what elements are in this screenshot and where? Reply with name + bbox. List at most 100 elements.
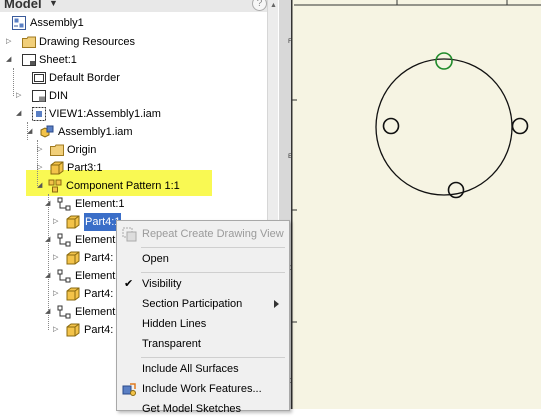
element-icon [57, 305, 71, 319]
menu-item-include-all-surfaces[interactable]: Include All Surfaces [117, 359, 289, 379]
menu-item-label: Open [142, 253, 169, 265]
part-outline[interactable] [375, 58, 513, 196]
tree-label: Sheet:1 [39, 54, 77, 66]
expand-icon[interactable]: ▷ [53, 249, 58, 267]
tree-label: Part4: [84, 324, 114, 336]
menu-item-section-participation[interactable]: Section Participation [117, 294, 289, 314]
tree-label: Component Pattern 1:1 [66, 180, 180, 192]
tree-item-component-pattern[interactable]: ◢ Component Pattern 1:1 [0, 177, 266, 195]
tree-label: Element: [75, 306, 119, 318]
part-icon [66, 287, 80, 301]
tree-label: Origin [67, 144, 97, 156]
menu-item-visibility[interactable]: ✔ Visibility [117, 274, 289, 294]
border-icon [32, 72, 46, 84]
menu-item-label: Repeat Create Drawing View [142, 228, 284, 240]
tree-item-sheet[interactable]: ◢ Sheet:1 [0, 51, 266, 69]
collapse-icon[interactable]: ◢ [45, 303, 50, 321]
expand-icon[interactable]: ▷ [37, 141, 42, 159]
drawing-sheet[interactable]: F E D C [288, 0, 541, 409]
part-icon [66, 251, 80, 265]
submenu-arrow-icon [274, 300, 279, 308]
part-icon [50, 161, 64, 175]
view-icon [32, 107, 46, 121]
expand-icon[interactable]: ▷ [53, 285, 58, 303]
menu-separator [141, 272, 285, 273]
tree-label: DIN [49, 90, 68, 102]
tree-label: Assembly1 [30, 17, 84, 29]
assembly-icon [12, 16, 26, 30]
tree-item-root[interactable]: Assembly1 [0, 14, 266, 32]
menu-item-label: Section Participation [142, 298, 243, 310]
drawing-view[interactable] [292, 0, 541, 409]
tree-label: Part4: [84, 288, 114, 300]
tree-label: Assembly1.iam [58, 126, 133, 138]
menu-separator [141, 247, 285, 248]
pattern-hole-highlighted[interactable] [435, 52, 453, 70]
pattern-icon [48, 179, 62, 193]
part-icon [66, 323, 80, 337]
collapse-icon[interactable]: ◢ [45, 267, 50, 285]
collapse-icon[interactable]: ◢ [27, 123, 32, 141]
collapse-icon[interactable]: ◢ [6, 51, 11, 69]
tree-item-element-1[interactable]: ◢ Element:1 [0, 195, 266, 213]
collapse-icon[interactable]: ◢ [16, 105, 21, 123]
collapse-icon[interactable]: ◢ [37, 177, 42, 195]
panel-title[interactable]: Model [4, 0, 42, 11]
zone-label: F [288, 38, 292, 45]
menu-item-label: Visibility [142, 278, 182, 290]
chevron-down-icon[interactable]: ▼ [49, 0, 58, 8]
menu-item-label: Include All Surfaces [142, 363, 239, 375]
menu-item-include-work-features[interactable]: Include Work Features... [117, 379, 289, 399]
menu-separator [141, 357, 285, 358]
menu-item-open[interactable]: Open [117, 249, 289, 269]
tree-item-part3[interactable]: ▷ Part3:1 [0, 159, 266, 177]
expand-icon[interactable]: ▷ [53, 213, 58, 231]
menu-item-repeat-create-drawing-view[interactable]: Repeat Create Drawing View [117, 224, 289, 244]
menu-item-label: Include Work Features... [142, 383, 262, 395]
tree-item-drawing-resources[interactable]: ▷ Drawing Resources [0, 33, 266, 51]
expand-icon[interactable]: ▷ [16, 87, 21, 105]
tree-item-din[interactable]: ▷ DIN [0, 87, 266, 105]
pattern-hole[interactable] [382, 117, 400, 135]
element-icon [57, 233, 71, 247]
tree-label: Element: [75, 270, 119, 282]
tree-item-view[interactable]: ◢ VIEW1:Assembly1.iam [0, 105, 266, 123]
menu-item-label: Hidden Lines [142, 318, 207, 330]
expand-icon[interactable]: ▷ [37, 159, 42, 177]
folder-icon [50, 144, 64, 156]
repeat-icon [122, 227, 137, 242]
tree-item-origin[interactable]: ▷ Origin [0, 141, 266, 159]
tree-label: Element: [75, 234, 119, 246]
tree-label: Part3:1 [67, 162, 103, 174]
border-icon [32, 90, 46, 102]
sheet-icon [22, 54, 36, 66]
menu-item-label: Get Model Sketches [142, 403, 242, 415]
expand-icon[interactable]: ▷ [53, 321, 58, 339]
work-features-icon [122, 383, 136, 396]
part-icon [66, 215, 80, 229]
browser-header: Model ▼ ? [0, 0, 278, 12]
menu-item-hidden-lines[interactable]: Hidden Lines [117, 314, 289, 334]
element-icon [57, 269, 71, 283]
help-icon[interactable]: ? [252, 0, 267, 11]
tree-label: Element:1 [75, 198, 125, 210]
collapse-icon[interactable]: ◢ [45, 231, 50, 249]
menu-item-get-model-sketches[interactable]: Get Model Sketches [117, 399, 289, 419]
context-menu: Repeat Create Drawing View Open ✔ Visibi… [116, 220, 290, 415]
scroll-up-icon[interactable]: ▲ [270, 2, 277, 9]
element-icon [57, 197, 71, 211]
zone-label: E [288, 153, 292, 160]
collapse-icon[interactable]: ◢ [45, 195, 50, 213]
menu-item-label: Transparent [142, 338, 201, 350]
tree-item-default-border[interactable]: Default Border [0, 69, 266, 87]
expand-icon[interactable]: ▷ [6, 33, 11, 51]
tree-item-assembly[interactable]: ◢ Assembly1.iam [0, 123, 266, 141]
checkmark-icon: ✔ [124, 278, 134, 290]
pattern-hole[interactable] [511, 117, 529, 135]
menu-item-transparent[interactable]: Transparent [117, 334, 289, 354]
tree-label: Drawing Resources [39, 36, 135, 48]
tree-label: Default Border [49, 72, 120, 84]
drawing-canvas[interactable]: F E D C [279, 0, 541, 409]
pattern-hole[interactable] [447, 181, 465, 199]
tree-label: VIEW1:Assembly1.iam [49, 108, 161, 120]
